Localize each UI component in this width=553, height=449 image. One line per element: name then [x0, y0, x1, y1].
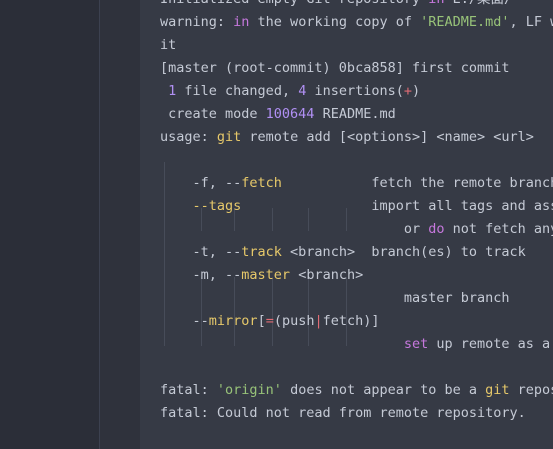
terminal-text: repository: [517, 382, 553, 398]
terminal-text: fatal: Could not read from remote reposi…: [160, 405, 526, 421]
terminal-text: <branch>: [290, 267, 364, 283]
terminal-line: it: [160, 34, 553, 57]
terminal-line: or do not fetch any tag at all (--no-tag…: [160, 218, 553, 241]
terminal-text: in: [428, 0, 444, 7]
terminal-text: README.md: [314, 106, 396, 122]
terminal-text: insertions(: [306, 83, 404, 99]
terminal-text: import all tags and associated objects w…: [371, 198, 553, 214]
terminal-text: in: [233, 14, 250, 30]
activity-sidebar: [0, 0, 100, 449]
terminal-text: =: [265, 313, 274, 329]
terminal-line: fatal: Could not read from remote reposi…: [160, 402, 553, 425]
terminal-line: usage: git remote add [<options>] <name>…: [160, 126, 553, 149]
terminal-text: master branch: [160, 290, 510, 306]
terminal-text: master: [241, 267, 291, 283]
terminal-text: |: [314, 313, 323, 329]
terminal-text: or: [160, 221, 429, 237]
terminal-text: do: [428, 221, 445, 237]
terminal-line: Initialized empty Git repository in E:/桌…: [160, 0, 553, 11]
terminal-text: fetch)]: [322, 313, 380, 329]
terminal-text: file changed,: [176, 83, 299, 99]
terminal-text: it: [160, 37, 177, 53]
terminal-text: 'README.md': [420, 14, 510, 30]
terminal-text: E:/桌面/: [444, 0, 513, 7]
terminal-text: --tags: [160, 198, 242, 214]
terminal-text: +: [403, 83, 413, 99]
terminal-text: up remote as a mirror to push to or fetc…: [436, 336, 551, 352]
terminal-text: git: [485, 382, 510, 398]
terminal-text: (push: [273, 313, 315, 329]
terminal-text: <branch> branch(es) to track: [281, 244, 526, 260]
terminal-text: usage:: [160, 129, 217, 145]
terminal-text: fetch: [241, 175, 282, 191]
terminal-line: set up remote as a mirror to push to or …: [160, 333, 553, 356]
terminal-text: does not appear to be a: [281, 382, 486, 398]
terminal-text: -f, --: [160, 175, 242, 191]
terminal-text: , LF will be replaced by CRLF: [509, 14, 553, 30]
terminal-line: master branch: [160, 287, 553, 310]
terminal-line: warning: in the working copy of 'README.…: [160, 11, 553, 34]
terminal-text: remote add [<options>] <name> <url>: [241, 129, 534, 145]
terminal-line: --tags import all tags and associated ob…: [160, 195, 553, 218]
terminal-text: Initialized empty Git repository: [160, 0, 428, 7]
terminal-text: track: [241, 244, 282, 260]
terminal-text: not fetch any tag at all (--no-tags): [452, 221, 553, 237]
terminal-text: warning:: [160, 14, 234, 30]
terminal-text: create mode: [160, 106, 266, 122]
terminal-line: create mode 100644 README.md: [160, 103, 553, 126]
terminal-text: [: [257, 313, 266, 329]
terminal-text: ): [412, 83, 421, 99]
terminal-line: 1 file changed, 4 insertions(+): [160, 80, 553, 103]
terminal-line: -t, --track <branch> branch(es) to track: [160, 241, 553, 264]
terminal-output-panel[interactable]: Initialized empty Git repository in E:/桌…: [140, 0, 553, 449]
terminal-text: mirror: [208, 313, 258, 329]
terminal-text: fatal:: [160, 382, 217, 398]
terminal-text: the working copy of: [249, 14, 421, 30]
terminal-lines: Initialized empty Git repository in E:/桌…: [160, 0, 553, 425]
terminal-text: -t, --: [160, 244, 242, 260]
terminal-text: 'origin': [216, 382, 282, 398]
terminal-text: --: [160, 313, 209, 329]
terminal-line: -m, --master <branch>: [160, 264, 553, 287]
terminal-text: set: [403, 336, 429, 352]
terminal-line: --mirror[=(push|fetch)]: [160, 310, 553, 333]
terminal-line: [master (root-commit) 0bca858] first com…: [160, 57, 553, 80]
terminal-text: git: [216, 129, 242, 145]
terminal-text: [master (root-commit) 0bca858] first com…: [160, 60, 510, 76]
terminal-text: -m, --: [160, 267, 242, 283]
terminal-text: fetch the remote branches: [281, 175, 553, 191]
terminal-line: -f, --fetch fetch the remote branches: [160, 172, 553, 195]
line-gutter: [100, 0, 140, 449]
terminal-text: 100644: [265, 106, 315, 122]
terminal-line: fatal: 'origin' does not appear to be a …: [160, 379, 553, 402]
